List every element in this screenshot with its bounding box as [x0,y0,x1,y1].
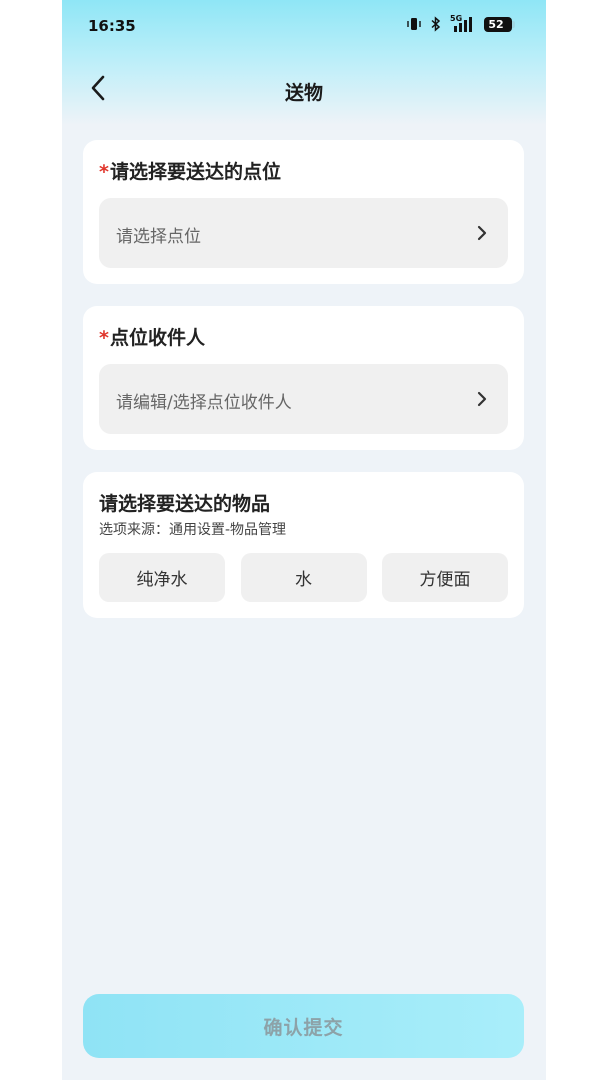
point-card: *请选择要送达的点位 请选择点位 [83,140,524,284]
point-placeholder: 请选择点位 [116,227,201,247]
point-title-text: 请选择要送达的点位 [109,161,281,183]
battery-icon: 52 [484,16,515,32]
recipient-placeholder: 请编辑/选择点位收件人 [116,393,292,413]
nav-bar: 送物 [62,62,546,118]
item-option-shui[interactable]: 水 [240,553,367,602]
status-bar: 16:35 5G 52 [62,0,546,56]
battery-level: 52 [488,17,504,31]
status-time: 16:35 [88,17,136,35]
point-selector[interactable]: 请选择点位 [99,198,508,268]
required-mark: * [99,161,109,183]
items-card: 请选择要送达的物品 选项来源：通用设置-物品管理 纯净水 水 方便面 [83,472,524,618]
required-mark: * [99,327,109,349]
vibrate-icon [407,18,421,30]
submit-button[interactable]: 确认提交 [83,994,524,1058]
point-section-title: *请选择要送达的点位 [99,157,281,184]
chevron-right-icon [477,391,487,407]
items-section-title: 请选择要送达的物品 [99,493,271,515]
items-source-note: 选项来源：通用设置-物品管理 [99,522,287,538]
item-option-chunjingshui[interactable]: 纯净水 [99,553,225,602]
bluetooth-icon [431,16,441,32]
status-icons: 5G 52 [406,14,515,32]
item-options: 纯净水 水 方便面 [99,553,508,602]
signal-icon: 5G [450,14,476,32]
recipient-title-text: 点位收件人 [109,327,205,349]
chevron-right-icon [477,225,487,241]
recipient-card: *点位收件人 请编辑/选择点位收件人 [83,306,524,450]
app-screen: 16:35 5G 52 送物 *请选择要送达的点位 请选择点位 *点位收件人 请… [62,0,546,1080]
recipient-section-title: *点位收件人 [99,323,205,350]
page-title: 送物 [284,82,323,104]
item-option-fangbianmian[interactable]: 方便面 [382,553,508,602]
recipient-selector[interactable]: 请编辑/选择点位收件人 [99,364,508,434]
